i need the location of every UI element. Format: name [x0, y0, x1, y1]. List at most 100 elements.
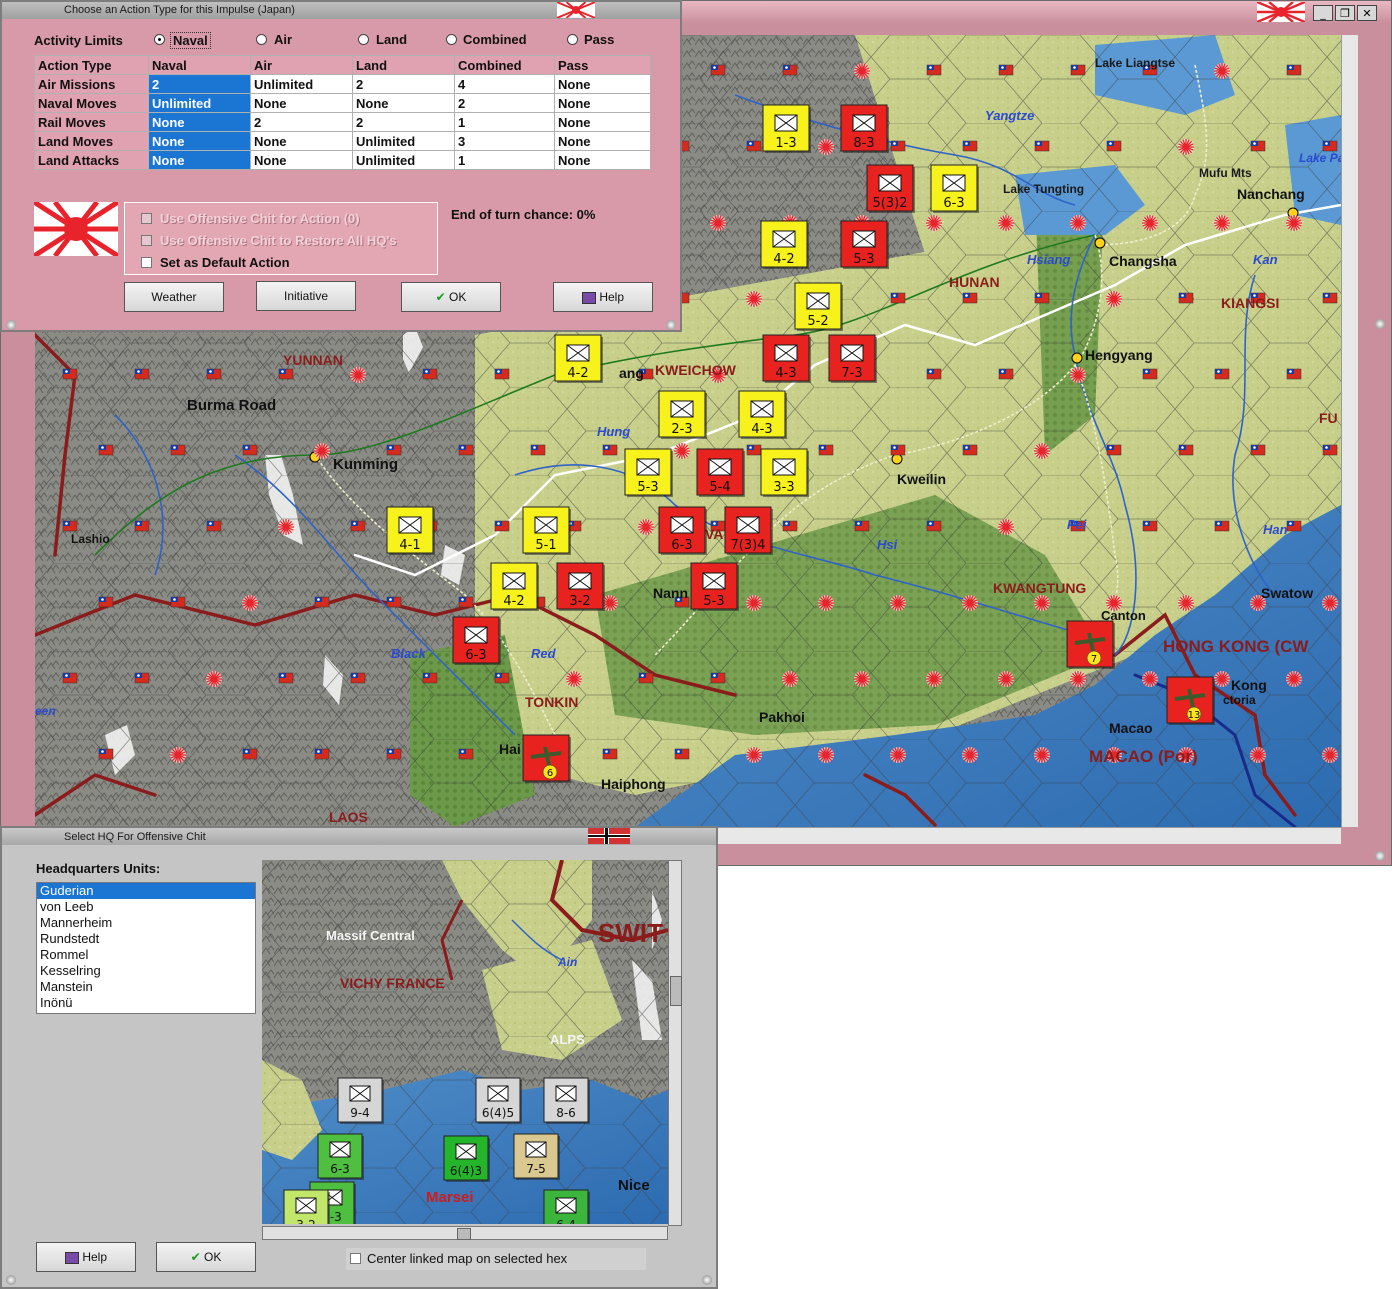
row-type: Air Missions: [34, 74, 149, 94]
unit-counter[interactable]: 1-3: [762, 104, 811, 153]
list-item[interactable]: Rundstedt: [37, 931, 255, 947]
radio-pass-button[interactable]: [567, 34, 578, 45]
china-control-marker: [818, 444, 834, 456]
unit-counter[interactable]: 6-3: [930, 164, 979, 213]
weather-button[interactable]: Weather: [124, 282, 224, 312]
offensive-chit-action-checkbox[interactable]: [141, 213, 152, 224]
map-label: Kweilin: [897, 471, 946, 487]
center-map-option[interactable]: Center linked map on selected hex: [346, 1248, 646, 1270]
china-control-marker: [1322, 444, 1338, 456]
list-item[interactable]: Guderian: [37, 883, 255, 899]
radio-naval-label: Naval: [170, 32, 211, 49]
list-item[interactable]: Rommel: [37, 947, 255, 963]
unit-counter[interactable]: 5-3: [690, 562, 739, 611]
unit-counter[interactable]: 4-3: [762, 334, 811, 383]
china-control-marker: [1070, 64, 1086, 76]
cell-combined: 2: [454, 93, 555, 113]
unit-counter[interactable]: 7-5: [513, 1133, 560, 1180]
china-control-marker: [890, 292, 906, 304]
unit-counter[interactable]: 6-3: [658, 506, 707, 555]
hq-ok-button[interactable]: ✔ OK: [156, 1242, 256, 1272]
minimap-horizontal-scrollbar[interactable]: [262, 1226, 668, 1240]
unit-counter[interactable]: 7(3)4: [724, 506, 773, 555]
minimap-vertical-scrollbar[interactable]: [668, 860, 682, 1226]
default-action-checkbox[interactable]: [141, 257, 152, 268]
offensive-chit-restore-checkbox[interactable]: [141, 235, 152, 246]
map-label: Changsha: [1109, 253, 1177, 269]
unit-counter[interactable]: 4-2: [490, 562, 539, 611]
list-item[interactable]: Inönü: [37, 995, 255, 1011]
unit-counter[interactable]: 2-3: [658, 390, 707, 439]
row-type: Land Moves: [34, 131, 149, 151]
unit-counter[interactable]: 5-3: [624, 448, 673, 497]
radio-land-button[interactable]: [358, 34, 369, 45]
map-label: Kong: [1231, 677, 1267, 693]
help-button[interactable]: Help: [553, 282, 653, 312]
radio-naval-button[interactable]: [154, 34, 165, 45]
scrollbar-thumb[interactable]: [457, 1228, 471, 1240]
china-control-marker: [98, 444, 114, 456]
unit-counter[interactable]: 3-3: [760, 448, 809, 497]
map-label: Lashio: [71, 532, 110, 546]
japan-control-marker: [818, 139, 834, 155]
unit-counter[interactable]: 4-3: [738, 390, 787, 439]
list-item[interactable]: Manstein: [37, 979, 255, 995]
unit-strength: 7(3)4: [731, 538, 766, 553]
unit-counter[interactable]: 9-4: [337, 1077, 384, 1124]
initiative-button[interactable]: Initiative: [256, 281, 356, 311]
cell-pass: None: [554, 131, 651, 151]
minimap-label: ALPS: [550, 1032, 585, 1047]
china-control-marker: [242, 444, 258, 456]
ok-button[interactable]: ✔ OK: [401, 282, 501, 312]
unit-counter[interactable]: 5-2: [794, 282, 843, 331]
japan-control-marker: [1034, 747, 1050, 763]
default-action-label: Set as Default Action: [160, 255, 290, 270]
unit-counter[interactable]: 6(4)5: [475, 1077, 522, 1124]
list-item[interactable]: von Leeb: [37, 899, 255, 915]
restore-button[interactable]: ❐: [1335, 5, 1355, 21]
unit-counter[interactable]: 6: [522, 734, 571, 783]
scrollbar-thumb[interactable]: [670, 976, 682, 1006]
header-air: Air: [250, 55, 353, 75]
radio-combined-button[interactable]: [446, 34, 457, 45]
unit-counter[interactable]: 6-3: [452, 616, 501, 665]
radio-air-button[interactable]: [256, 34, 267, 45]
list-item[interactable]: Kesselring: [37, 963, 255, 979]
china-control-marker: [422, 672, 438, 684]
map-vertical-scrollbar[interactable]: [1341, 35, 1358, 827]
japan-control-marker: [998, 215, 1014, 231]
unit-counter[interactable]: 5-3: [840, 220, 889, 269]
center-map-checkbox[interactable]: [350, 1253, 361, 1264]
unit-counter[interactable]: 13: [1166, 676, 1215, 725]
close-button[interactable]: ✕: [1357, 5, 1377, 21]
japan-control-marker: [1142, 671, 1158, 687]
unit-strength: 7: [1091, 654, 1097, 665]
unit-counter[interactable]: 3-2: [556, 562, 605, 611]
unit-counter[interactable]: 7-3: [828, 334, 877, 383]
linked-minimap[interactable]: Massif Central VICHY FRANCE ALPS SWIT Ain Mar…: [262, 860, 668, 1224]
map-label: Lake Liangtse: [1095, 56, 1175, 70]
unit-counter[interactable]: 3-2: [283, 1189, 330, 1224]
rivet: [702, 1275, 712, 1285]
china-control-marker: [458, 444, 474, 456]
japan-control-marker: [998, 671, 1014, 687]
unit-counter[interactable]: 7: [1066, 620, 1115, 669]
unit-counter[interactable]: 6-4: [543, 1189, 590, 1224]
unit-counter[interactable]: 4-2: [760, 220, 809, 269]
list-item[interactable]: Mannerheim: [37, 915, 255, 931]
minimize-button[interactable]: _: [1313, 5, 1333, 21]
map-label: Haiphong: [601, 776, 666, 792]
unit-counter[interactable]: 5-1: [522, 506, 571, 555]
unit-counter[interactable]: 4-2: [554, 334, 603, 383]
unit-counter[interactable]: 5-4: [696, 448, 745, 497]
unit-counter[interactable]: 8-3: [840, 104, 889, 153]
unit-counter[interactable]: 5(3)2: [866, 164, 915, 213]
hq-listbox[interactable]: Guderian von Leeb Mannerheim Rundstedt R…: [36, 882, 256, 1014]
unit-counter[interactable]: 6-3: [317, 1133, 364, 1180]
hq-help-button[interactable]: Help: [36, 1242, 136, 1272]
unit-counter[interactable]: 8-6: [543, 1077, 590, 1124]
offensive-chit-restore-label: Use Offensive Chit to Restore All HQ's: [160, 233, 397, 248]
unit-counter[interactable]: 6(4)3: [443, 1135, 490, 1182]
unit-counter[interactable]: 4-1: [386, 506, 435, 555]
row-type: Rail Moves: [34, 112, 149, 132]
